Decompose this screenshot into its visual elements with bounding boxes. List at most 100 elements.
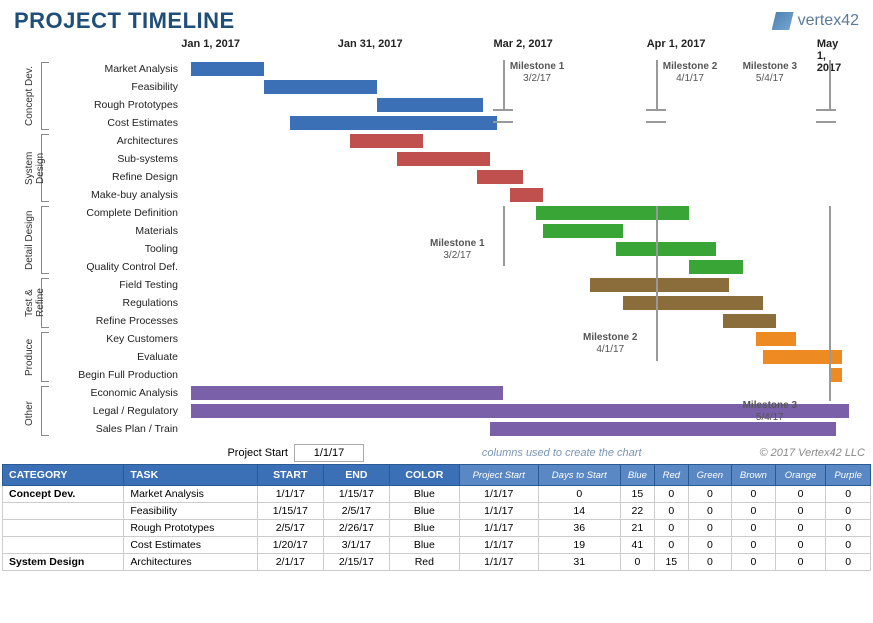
cell-orange: 0 (775, 520, 825, 537)
cell-dts: 0 (538, 486, 620, 503)
cell-end[interactable]: 2/15/17 (323, 554, 389, 571)
cell-brown: 0 (731, 520, 775, 537)
data-table-section: Project Start 1/1/17 columns used to cre… (0, 438, 873, 571)
gantt-bar (616, 242, 716, 256)
cell-purple: 0 (826, 486, 871, 503)
cell-dts: 19 (538, 537, 620, 554)
col-brown: Brown (731, 465, 775, 486)
columns-note: columns used to create the chart (364, 447, 759, 459)
cell-brown: 0 (731, 554, 775, 571)
date-axis: Jan 1, 2017 Jan 31, 2017 Mar 2, 2017 Apr… (184, 38, 849, 60)
task-label: Cost Estimates (54, 114, 184, 132)
cell-start[interactable]: 1/15/17 (257, 503, 323, 520)
task-label: Materials (54, 222, 184, 240)
gantt-bar (590, 278, 730, 292)
cell-orange: 0 (775, 503, 825, 520)
group-label: System Design (24, 138, 46, 198)
cell-green: 0 (688, 486, 731, 503)
cell-category[interactable]: Concept Dev. (3, 486, 124, 503)
task-label: Legal / Regulatory (54, 402, 184, 420)
task-label: Refine Design (54, 168, 184, 186)
milestone-bridge (493, 109, 513, 123)
cell-color[interactable]: Blue (389, 520, 459, 537)
cell-end[interactable]: 3/1/17 (323, 537, 389, 554)
cell-end[interactable]: 1/15/17 (323, 486, 389, 503)
cell-category[interactable] (3, 537, 124, 554)
task-label: Complete Definition (54, 204, 184, 222)
cell-start[interactable]: 2/1/17 (257, 554, 323, 571)
cell-task[interactable]: Architectures (124, 554, 257, 571)
gantt-bar (689, 260, 742, 274)
cell-brown: 0 (731, 537, 775, 554)
task-label: Regulations (54, 294, 184, 312)
task-label: Refine Processes (54, 312, 184, 330)
cell-red: 0 (654, 537, 688, 554)
gantt-bar (723, 314, 776, 328)
cell-start[interactable]: 1/1/17 (257, 486, 323, 503)
table-row[interactable]: System DesignArchitectures2/1/172/15/17R… (3, 554, 871, 571)
cell-task[interactable]: Cost Estimates (124, 537, 257, 554)
header: PROJECT TIMELINE vertex42 (0, 0, 873, 38)
table-row[interactable]: Feasibility1/15/172/5/17Blue1/1/17142200… (3, 503, 871, 520)
col-color: COLOR (389, 465, 459, 486)
cell-color[interactable]: Blue (389, 537, 459, 554)
cell-purple: 0 (826, 503, 871, 520)
cell-start[interactable]: 2/5/17 (257, 520, 323, 537)
cell-dts: 31 (538, 554, 620, 571)
gantt-bar (510, 188, 543, 202)
gantt-bar (350, 134, 423, 148)
cell-category[interactable] (3, 503, 124, 520)
cell-blue: 0 (620, 554, 654, 571)
milestone-line (829, 60, 831, 109)
project-start-cell[interactable]: 1/1/17 (294, 444, 364, 462)
milestone-line (503, 206, 505, 266)
cell-task[interactable]: Market Analysis (124, 486, 257, 503)
cell-green: 0 (688, 503, 731, 520)
gantt-bar (264, 80, 377, 94)
group-label: Concept Dev. (24, 66, 35, 126)
task-label: Sub-systems (54, 150, 184, 168)
table-row[interactable]: Concept Dev.Market Analysis1/1/171/15/17… (3, 486, 871, 503)
cell-orange: 0 (775, 486, 825, 503)
cell-ps: 1/1/17 (459, 503, 538, 520)
col-category: CATEGORY (3, 465, 124, 486)
col-start: START (257, 465, 323, 486)
cell-end[interactable]: 2/26/17 (323, 520, 389, 537)
cell-red: 0 (654, 503, 688, 520)
axis-tick: Mar 2, 2017 (493, 38, 552, 50)
task-label: Evaluate (54, 348, 184, 366)
col-end: END (323, 465, 389, 486)
col-days: Days to Start (538, 465, 620, 486)
cell-category[interactable] (3, 520, 124, 537)
cell-blue: 41 (620, 537, 654, 554)
table-row[interactable]: Rough Prototypes2/5/172/26/17Blue1/1/173… (3, 520, 871, 537)
cell-color[interactable]: Blue (389, 486, 459, 503)
milestone-label: Milestone 13/2/17 (430, 238, 484, 261)
cell-ps: 1/1/17 (459, 554, 538, 571)
cell-brown: 0 (731, 486, 775, 503)
cell-end[interactable]: 2/5/17 (323, 503, 389, 520)
brand-name: vertex42 (798, 12, 859, 30)
cell-green: 0 (688, 554, 731, 571)
milestone-line (656, 60, 658, 109)
gantt-bar (477, 170, 524, 184)
cell-red: 0 (654, 520, 688, 537)
task-label: Rough Prototypes (54, 96, 184, 114)
cell-ps: 1/1/17 (459, 537, 538, 554)
gantt-bars: Milestone 13/2/17 Milestone 24/1/17 Mile… (184, 60, 849, 438)
cell-ps: 1/1/17 (459, 520, 538, 537)
task-data-table: CATEGORY TASK START END COLOR Project St… (2, 464, 871, 571)
cell-color[interactable]: Red (389, 554, 459, 571)
axis-tick: Jan 1, 2017 (181, 38, 240, 50)
cell-category[interactable]: System Design (3, 554, 124, 571)
cell-color[interactable]: Blue (389, 503, 459, 520)
cell-dts: 14 (538, 503, 620, 520)
gantt-chart: Jan 1, 2017 Jan 31, 2017 Mar 2, 2017 Apr… (0, 38, 873, 438)
task-label: Quality Control Def. (54, 258, 184, 276)
cell-start[interactable]: 1/20/17 (257, 537, 323, 554)
table-row[interactable]: Cost Estimates1/20/173/1/17Blue1/1/17194… (3, 537, 871, 554)
gantt-bar (290, 116, 496, 130)
cell-green: 0 (688, 537, 731, 554)
cell-task[interactable]: Rough Prototypes (124, 520, 257, 537)
cell-task[interactable]: Feasibility (124, 503, 257, 520)
